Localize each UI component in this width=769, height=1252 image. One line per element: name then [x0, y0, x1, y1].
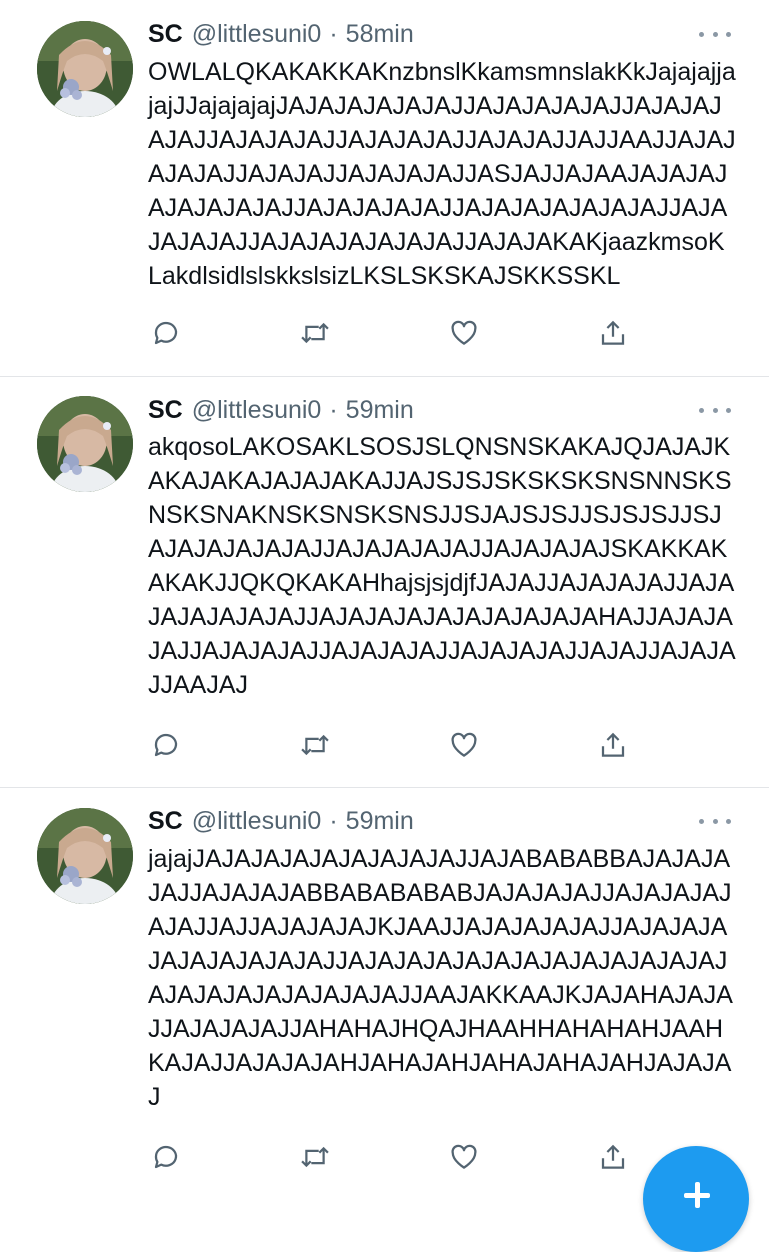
tweet-actions: [148, 1139, 638, 1175]
display-name[interactable]: SC: [148, 20, 183, 49]
avatar-photo: [37, 21, 133, 117]
display-name[interactable]: SC: [148, 807, 183, 836]
avatar[interactable]: [37, 808, 133, 904]
tweet-text: OWLALQKAKAKKAKnzbnslKkamsmnslakKkJajajaj…: [148, 58, 736, 290]
more-options-icon[interactable]: [699, 811, 731, 831]
share-icon[interactable]: [595, 727, 631, 763]
timeline-feed: SC @littlesuni0 · 58min OWLALQKAKAKKAKnz…: [0, 0, 769, 1252]
timestamp[interactable]: 59min: [346, 807, 414, 836]
tweet-actions: [148, 315, 638, 351]
timestamp[interactable]: 58min: [346, 20, 414, 49]
like-icon[interactable]: [446, 1139, 482, 1175]
compose-tweet-button[interactable]: [643, 1146, 749, 1252]
reply-icon[interactable]: [148, 315, 184, 351]
avatar-photo: [37, 396, 133, 492]
tweet-text: jajajJAJAJAJAJAJAJAJAJAJJAJABABABBAJAJAJ…: [148, 845, 733, 1111]
tweet[interactable]: SC @littlesuni0 · 59min jajajJAJAJAJAJAJ…: [0, 788, 769, 1200]
avatar-photo: [37, 808, 133, 904]
more-options-icon[interactable]: [699, 400, 731, 420]
like-icon[interactable]: [446, 315, 482, 351]
retweet-icon[interactable]: [297, 727, 333, 763]
tweet-actions: [148, 727, 638, 763]
avatar[interactable]: [37, 396, 133, 492]
timestamp[interactable]: 59min: [346, 396, 414, 425]
separator-dot: ·: [329, 19, 338, 48]
like-icon[interactable]: [446, 727, 482, 763]
user-handle[interactable]: @littlesuni0: [192, 396, 322, 425]
reply-icon[interactable]: [148, 1139, 184, 1175]
plus-icon: [684, 1182, 710, 1208]
user-handle[interactable]: @littlesuni0: [192, 807, 322, 836]
tweet[interactable]: SC @littlesuni0 · 59min akqosoLAKOSAKLSO…: [0, 377, 769, 787]
tweet[interactable]: SC @littlesuni0 · 58min OWLALQKAKAKKAKnz…: [0, 0, 769, 376]
separator-dot: ·: [329, 806, 338, 835]
separator-dot: ·: [329, 395, 338, 424]
retweet-icon[interactable]: [297, 315, 333, 351]
tweet-text: akqosoLAKOSAKLSOSJSLQNSNSKAKAJQJAJAJKAKA…: [148, 433, 736, 699]
more-options-icon[interactable]: [699, 24, 731, 44]
retweet-icon[interactable]: [297, 1139, 333, 1175]
user-handle[interactable]: @littlesuni0: [192, 20, 322, 49]
avatar[interactable]: [37, 21, 133, 117]
share-icon[interactable]: [595, 315, 631, 351]
share-icon[interactable]: [595, 1139, 631, 1175]
display-name[interactable]: SC: [148, 396, 183, 425]
reply-icon[interactable]: [148, 727, 184, 763]
